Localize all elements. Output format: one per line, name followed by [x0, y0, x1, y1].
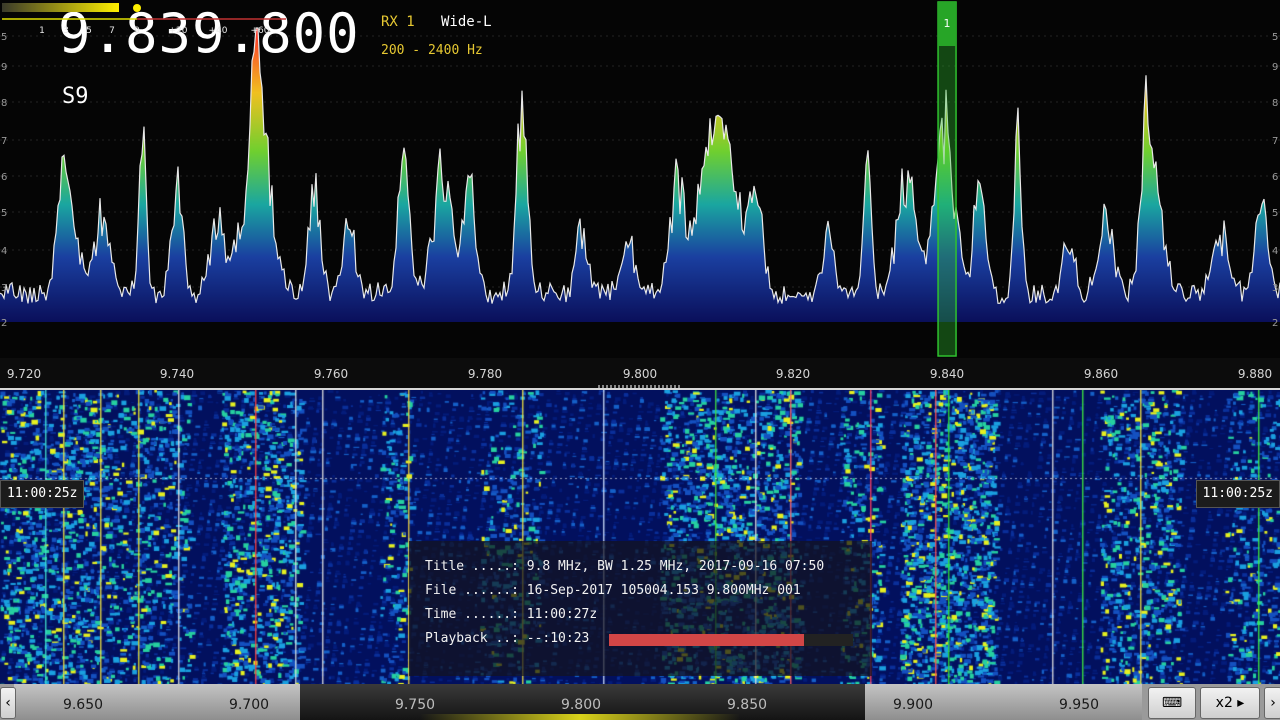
scale-right-label: 2 [1272, 318, 1278, 329]
bandwidth-label: 200 - 2400 Hz [381, 43, 483, 58]
s-meter-scale-label: 9 [134, 26, 140, 36]
scale-left-label: 7 [1, 136, 7, 147]
zoom-label: x2 [1215, 695, 1233, 711]
playback-progress-fill [609, 634, 805, 646]
overview-tick: 9.650 [62, 697, 104, 713]
overview-tick: 9.750 [394, 697, 436, 713]
spectrum-floor [0, 322, 1280, 358]
scale-right-label: 5 [1272, 208, 1278, 219]
spectrum-area [0, 28, 1280, 322]
time-tag-left: 11:00:25z [0, 480, 85, 508]
rx-label: RX 1 [381, 14, 415, 30]
frequency-tick: 9.760 [313, 367, 349, 381]
frequency-tick: 9.840 [929, 367, 965, 381]
zoom-button[interactable]: x2 ▸ [1200, 687, 1260, 719]
overview-tick: 9.700 [228, 697, 270, 713]
playback-progress-bar[interactable] [609, 634, 853, 646]
scroll-left-icon[interactable]: ‹ [0, 687, 16, 719]
overview-tuned-marker [420, 714, 740, 720]
overview-tick: 9.800 [560, 697, 602, 713]
scale-right-label: 8 [1272, 98, 1278, 109]
tuning-marker[interactable] [937, 1, 957, 357]
overview-tick: 9.900 [892, 697, 934, 713]
time-tag-right: 11:00:25z [1195, 480, 1280, 508]
scale-left-label: 5 [1, 208, 7, 219]
spectrum-display[interactable]: 1598765432598765432 9.839.800 RX 1 Wide-… [0, 0, 1280, 358]
scale-right-label: 9 [1272, 62, 1278, 73]
mode-label[interactable]: Wide-L [441, 14, 492, 30]
frequency-tick: 9.720 [6, 367, 42, 381]
overview-tick: 9.950 [1058, 697, 1100, 713]
s-meter-peak [133, 4, 141, 12]
spectrum-trace [0, 27, 1280, 305]
scale-left-label: 3 [1, 283, 7, 294]
s-meter-scale-label: 3 [63, 26, 69, 36]
s-meter-bar [2, 3, 119, 12]
frequency-tick: 9.780 [467, 367, 503, 381]
info-playback: Playback ..: --:10:23 [425, 631, 590, 646]
s-meter-scale-label: 1 [39, 26, 45, 36]
info-title: Title .....: 9.8 MHz, BW 1.25 MHz, 2017-… [425, 559, 825, 574]
overview-tick: 9.850 [726, 697, 768, 713]
frequency-tick: 9.800 [622, 367, 658, 381]
frequency-axis-top[interactable]: 9.720 9.740 9.760 9.780 9.800 9.820 9.840 9.860… [0, 358, 1280, 390]
keyboard-icon[interactable]: ⌨ [1148, 687, 1196, 719]
scale-right-label: 5 [1272, 32, 1278, 43]
splitter-grip[interactable] [598, 385, 682, 388]
recording-info-box: Title .....: 9.8 MHz, BW 1.25 MHz, 2017-… [409, 541, 872, 676]
scale-right-label: 3 [1272, 283, 1278, 294]
scale-left-label: 4 [1, 246, 7, 257]
scale-left-label: 2 [1, 318, 7, 329]
s-meter-scale-label: 7 [109, 26, 115, 36]
frequency-tick: 9.820 [775, 367, 811, 381]
scale-left-label: 6 [1, 172, 7, 183]
info-time: Time ......: 11:00:27z [425, 607, 598, 622]
tuning-marker-label: 1 [944, 17, 951, 30]
scroll-right-icon[interactable]: › [1264, 687, 1280, 719]
scale-right-label: 4 [1272, 246, 1278, 257]
s-meter-scale-label: +60 [251, 26, 270, 36]
bottom-toolbar: 9.650 9.700 9.750 9.800 9.850 9.900 9.950 ‹ ⌨ … [0, 684, 1280, 720]
scale-left-label: 9 [1, 62, 7, 73]
frequency-tick: 9.860 [1083, 367, 1119, 381]
s-meter-reading: S9 [62, 84, 89, 109]
frequency-tick: 9.740 [159, 367, 195, 381]
s-meter-scale-label: +40 [209, 26, 228, 36]
scale-right-label: 7 [1272, 136, 1278, 147]
info-file: File ......: 16-Sep-2017 105004.153 9.80… [425, 583, 801, 598]
frequency-tick: 9.880 [1237, 367, 1273, 381]
scale-left-label: 8 [1, 98, 7, 109]
s-meter: 1 3 5 7 9 +20 +40 +60 [2, 3, 286, 36]
s-meter-scale-label: 5 [86, 26, 92, 36]
scale-right-label: 6 [1272, 172, 1278, 183]
s-meter-scale-label: +20 [169, 26, 188, 36]
